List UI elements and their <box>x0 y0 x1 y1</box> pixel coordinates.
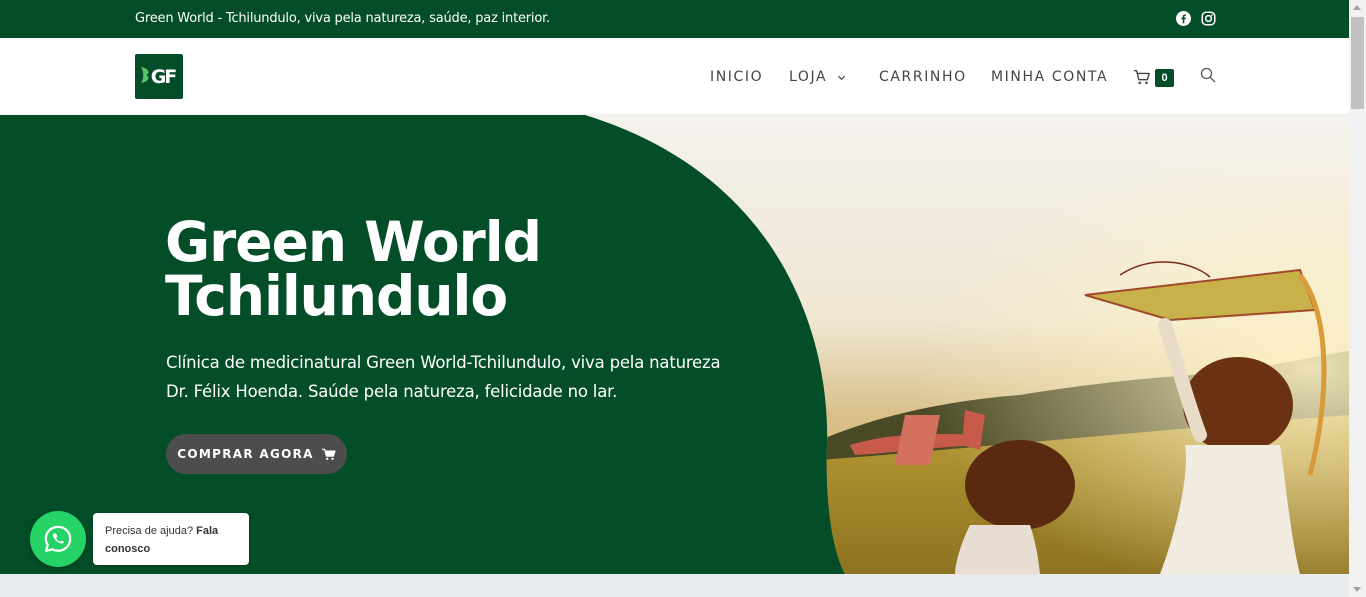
hero-subtitle: Clínica de medicinatural Green World-Tch… <box>166 348 721 406</box>
comprar-agora-label: COMPRAR AGORA <box>177 447 314 461</box>
logo-text: GF <box>150 65 178 88</box>
whatsapp-prompt: Precisa de ajuda? <box>105 525 194 537</box>
whatsapp-help-bubble[interactable]: Precisa de ajuda? Fala conosco <box>93 513 249 565</box>
hero-subtitle-line-1: Clínica de medicinatural Green World-Tch… <box>166 353 721 372</box>
instagram-icon[interactable] <box>1201 11 1216 26</box>
cart-icon <box>321 448 336 460</box>
nav-carrinho[interactable]: CARRINHO <box>879 69 967 85</box>
cart-icon[interactable] <box>1133 68 1151 86</box>
site-logo[interactable]: GF <box>135 54 183 99</box>
nav-minha-conta[interactable]: MINHA CONTA <box>991 69 1108 85</box>
nav-loja-label: LOJA <box>789 69 828 85</box>
whatsapp-button[interactable] <box>30 511 86 567</box>
nav-loja[interactable]: LOJA <box>789 69 846 85</box>
whatsapp-icon <box>44 525 72 552</box>
chevron-down-icon <box>838 75 846 80</box>
search-icon[interactable] <box>1200 67 1216 83</box>
top-bar-tagline: Green World - Tchilundulo, viva pela nat… <box>135 11 550 26</box>
hero-image <box>0 115 1349 574</box>
comprar-agora-button[interactable]: COMPRAR AGORA <box>166 434 347 474</box>
cart-count-badge: 0 <box>1155 69 1174 87</box>
facebook-icon[interactable] <box>1176 11 1191 26</box>
scrollbar-thumb[interactable] <box>1351 17 1364 109</box>
scroll-up-arrow-icon[interactable] <box>1353 5 1361 10</box>
leaf-icon <box>141 67 149 83</box>
scroll-down-arrow-icon[interactable] <box>1353 587 1361 592</box>
site-header: GF INICIO LOJA CARRINHO MINHA CONTA 0 <box>0 38 1349 115</box>
top-bar: Green World - Tchilundulo, viva pela nat… <box>0 0 1349 38</box>
hero-title-line-1: Green World <box>165 210 542 274</box>
hero-subtitle-line-2: Dr. Félix Hoenda. Saúde pela natureza, f… <box>166 382 618 401</box>
hero-section: Green World Tchilundulo Clínica de medic… <box>0 115 1349 574</box>
nav-inicio[interactable]: INICIO <box>710 69 763 85</box>
hero-title: Green World Tchilundulo <box>165 210 542 328</box>
hero-title-line-2: Tchilundulo <box>165 264 508 328</box>
